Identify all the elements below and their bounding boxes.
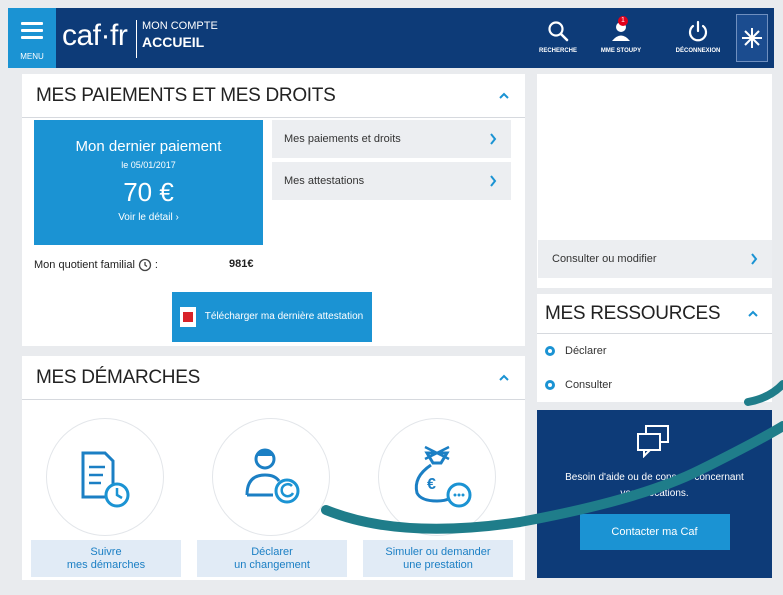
declare-change-button[interactable]: Déclarer un changement xyxy=(197,540,347,577)
snowflake-icon xyxy=(742,28,762,48)
account-line1: MON COMPTE xyxy=(142,20,218,32)
logout-label: DÉCONNEXION xyxy=(675,48,721,54)
declare-change-line2: un changement xyxy=(234,558,310,571)
document-clock-icon xyxy=(81,451,130,508)
power-icon xyxy=(674,14,722,48)
chevron-up-icon xyxy=(499,374,509,381)
user-name-label: MME STOUPY xyxy=(600,48,642,54)
declare-change-line1: Déclarer xyxy=(251,545,293,558)
track-procedures-line2: mes démarches xyxy=(66,558,146,571)
link-attestations[interactable]: Mes attestations xyxy=(272,162,511,200)
search-icon xyxy=(536,14,580,48)
quotient-familial-label: Mon quotient familial xyxy=(34,259,135,271)
simulate-benefit-tile[interactable]: € xyxy=(378,418,496,536)
search-label: RECHERCHE xyxy=(538,48,577,54)
ressources-consult-link[interactable]: Consulter xyxy=(537,368,772,402)
bullet-icon xyxy=(545,380,555,390)
last-payment-card: Mon dernier paiement le 05/01/2017 70 € … xyxy=(34,120,263,245)
quotient-familial-value: 981€ xyxy=(229,258,254,270)
top-bar: MENU caf·fr MON COMPTE ACCUEIL RECHERCHE… xyxy=(8,8,774,68)
pdf-icon xyxy=(180,307,196,327)
last-payment-amount: 70 € xyxy=(123,177,174,207)
chevron-right-icon xyxy=(490,175,497,187)
logo-divider xyxy=(136,20,137,58)
simulate-benefit-line2: une prestation xyxy=(403,558,473,571)
last-payment-title: Mon dernier paiement xyxy=(75,138,222,155)
ressources-title: MES RESSOURCES xyxy=(545,302,721,324)
track-procedures-line1: Suivre xyxy=(90,545,122,558)
payment-detail-link[interactable]: Voir le détail › xyxy=(34,212,263,223)
declare-change-tile[interactable] xyxy=(212,418,330,536)
ressources-declare-label: Déclarer xyxy=(565,345,607,357)
menu-label: MENU xyxy=(20,52,44,61)
hamburger-icon xyxy=(21,22,43,43)
bullet-icon xyxy=(545,346,555,356)
ressources-declare-link[interactable]: Déclarer xyxy=(537,334,772,368)
download-attestation-button[interactable]: Télécharger ma dernière attestation xyxy=(172,292,372,342)
account-title: MON COMPTE ACCUEIL xyxy=(142,20,218,50)
user-button[interactable]: 1 MME STOUPY xyxy=(596,14,646,54)
svg-text:€: € xyxy=(427,476,436,493)
simulate-benefit-line1: Simuler ou demander xyxy=(385,545,491,558)
link-payments-rights[interactable]: Mes paiements et droits xyxy=(272,120,511,158)
ressources-consult-label: Consulter xyxy=(565,379,613,391)
simulate-benefit-button[interactable]: Simuler ou demander une prestation xyxy=(363,540,513,577)
clock-icon[interactable] xyxy=(138,258,152,272)
menu-button[interactable]: MENU xyxy=(8,8,56,68)
help-message: Besoin d'aide ou de conseils concernant … xyxy=(565,472,744,499)
demarches-title: MES DÉMARCHES xyxy=(36,366,200,388)
caf-logo[interactable]: caf·fr xyxy=(62,19,128,53)
ressources-panel: MES RESSOURCES Déclarer Consulter xyxy=(537,294,772,402)
chevron-right-icon xyxy=(490,133,497,145)
user-icon: 1 xyxy=(596,14,646,48)
payments-panel-header[interactable]: MES PAIEMENTS ET MES DROITS xyxy=(22,74,525,118)
user-refresh-icon xyxy=(245,448,300,504)
link-payments-rights-label: Mes paiements et droits xyxy=(284,133,401,145)
link-attestations-label: Mes attestations xyxy=(284,175,365,187)
track-procedures-tile[interactable] xyxy=(46,418,164,536)
money-bag-icon: € xyxy=(414,445,472,508)
consult-modify-label: Consulter ou modifier xyxy=(552,253,657,265)
chat-bubbles-icon xyxy=(637,425,669,458)
logout-button[interactable]: DÉCONNEXION xyxy=(674,14,722,54)
government-logo xyxy=(736,14,768,62)
payments-title: MES PAIEMENTS ET MES DROITS xyxy=(36,84,336,106)
chevron-right-icon: › xyxy=(175,212,179,223)
contact-caf-button[interactable]: Contacter ma Caf xyxy=(579,514,730,550)
chevron-up-icon xyxy=(499,92,509,99)
notification-badge: 1 xyxy=(618,16,628,26)
ressources-panel-header[interactable]: MES RESSOURCES xyxy=(537,294,772,334)
quotient-familial: Mon quotient familial : xyxy=(34,258,158,272)
payment-detail-label: Voir le détail xyxy=(118,212,173,223)
consult-modify-link[interactable]: Consulter ou modifier xyxy=(538,240,772,278)
demarches-panel-header[interactable]: MES DÉMARCHES xyxy=(22,356,525,400)
chevron-up-icon xyxy=(748,310,758,317)
help-panel: Besoin d'aide ou de conseils concernant … xyxy=(537,410,772,578)
download-attestation-label: Télécharger ma dernière attestation xyxy=(204,311,364,322)
track-procedures-button[interactable]: Suivre mes démarches xyxy=(31,540,181,577)
account-line2: ACCUEIL xyxy=(142,34,205,50)
search-button[interactable]: RECHERCHE xyxy=(536,14,580,54)
last-payment-date: le 05/01/2017 xyxy=(121,160,176,170)
chevron-right-icon xyxy=(751,253,758,265)
